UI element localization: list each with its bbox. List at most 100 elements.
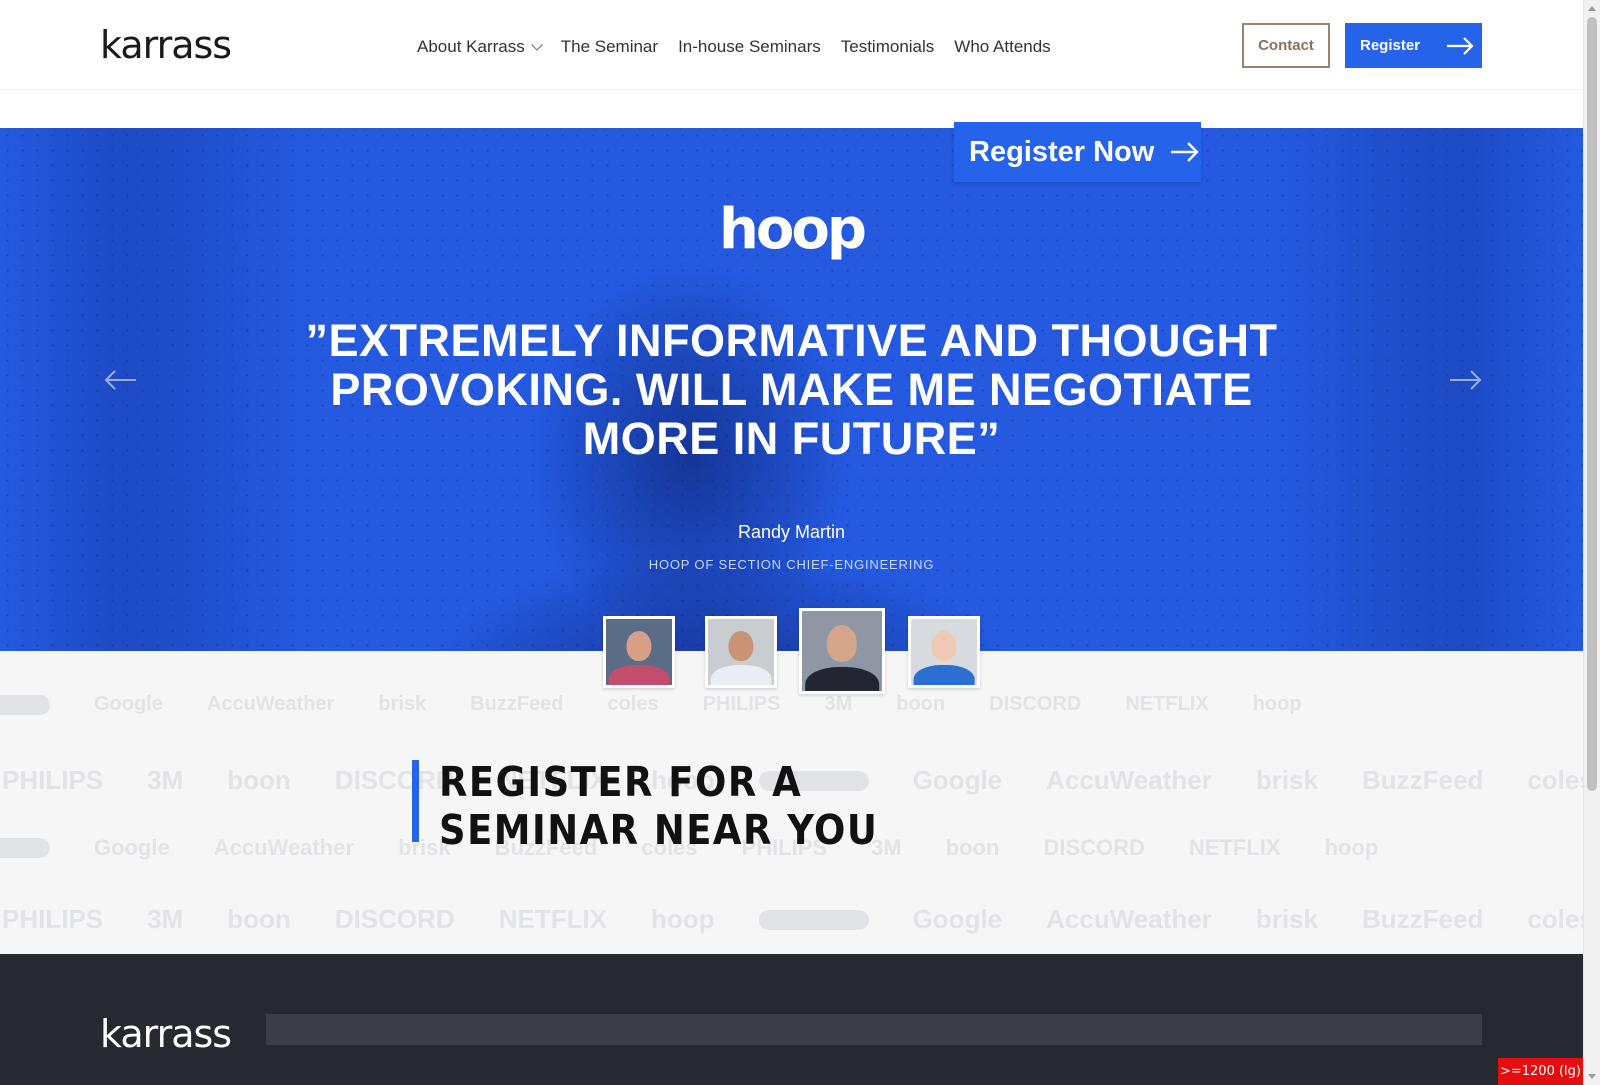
client-logo: 3M (824, 693, 853, 715)
nav-who-attends[interactable]: Who Attends (954, 34, 1050, 60)
arrow-right-icon (1450, 370, 1482, 390)
client-logo: BuzzFeed (1361, 765, 1484, 795)
client-logo: hoop (1252, 693, 1302, 715)
client-logo: coles (607, 693, 659, 715)
client-logo: PHILIPS (702, 693, 781, 715)
chevron-down-icon (531, 38, 543, 51)
avatar-body (608, 665, 670, 685)
register-now-button[interactable]: Register Now (954, 122, 1201, 182)
testimonial-thumbnails (0, 608, 1583, 694)
client-logo: NETFLIX (1188, 835, 1281, 860)
avatar-head (626, 630, 652, 662)
page-scrollbar[interactable] (1583, 0, 1600, 1085)
testimonial-thumb-2[interactable] (705, 616, 777, 688)
carousel-next-button[interactable] (1446, 365, 1486, 395)
testimonial-quote: ”EXTREMELY INFORMATIVE AND THOUGHT PROVO… (305, 315, 1278, 464)
client-logo-row: Google AccuWeather brisk BuzzFeed coles PHILI… (0, 693, 1346, 716)
nav-testimonials[interactable]: Testimonials (841, 34, 935, 60)
nav-in-house-seminars[interactable]: In-house Seminars (678, 34, 821, 60)
client-logo: hoop (1324, 835, 1379, 860)
client-logo: Google (94, 835, 170, 860)
client-logo: coles (1527, 904, 1583, 934)
client-logo: boon (896, 693, 946, 715)
scrollbar-thumb[interactable] (1587, 17, 1597, 791)
client-logo: DISCORD (1043, 835, 1145, 860)
register-now-label: Register Now (969, 135, 1155, 168)
testimonial-thumb-1[interactable] (603, 616, 675, 688)
accent-bar (412, 760, 419, 842)
scroll-down-icon[interactable] (1588, 1074, 1596, 1079)
nav-label: Testimonials (840, 37, 935, 56)
client-logo: PHILIPS (2, 904, 104, 934)
site-footer: karrass (0, 954, 1583, 1085)
client-logo: 3M (147, 765, 184, 795)
avatar-body (805, 667, 879, 691)
avatar-body (913, 665, 975, 685)
testimonial-thumb-4[interactable] (908, 616, 980, 688)
client-logo: hoop (651, 904, 715, 934)
carousel-prev-button[interactable] (100, 365, 140, 395)
client-logo: AccuWeather (1046, 765, 1212, 795)
nav-label: About Karrass (417, 37, 525, 56)
client-logo: AccuWeather (213, 835, 354, 860)
nav-label: Who Attends (954, 37, 1051, 56)
company-logo: hoop (719, 197, 867, 262)
footer-karrass-logo[interactable]: karrass (100, 1012, 232, 1056)
nav-about-karrass[interactable]: About Karrass (417, 34, 543, 60)
nav-the-seminar[interactable]: The Seminar (561, 34, 658, 60)
client-logo: Google (912, 904, 1003, 934)
client-logo: DISCORD (989, 693, 1082, 715)
arrow-right-icon (1171, 142, 1200, 162)
testimonial-thumb-3[interactable] (799, 608, 885, 694)
client-logo-placeholder (0, 838, 50, 858)
scroll-up-icon[interactable] (1588, 6, 1596, 11)
breakpoint-badge: >=1200 (lg) (1498, 1058, 1583, 1085)
site-header: karrass About Karrass The Seminar In-hou… (0, 0, 1583, 90)
client-logo: boon (227, 765, 291, 795)
client-logo: NETFLIX (498, 904, 608, 934)
client-logo: brisk (1255, 765, 1318, 795)
client-logo: brisk (378, 693, 427, 715)
client-logo-row: PHILIPS 3M boon DISCORD NETFLIX hoop Google Acc… (2, 904, 1583, 935)
client-logo: brisk (1255, 904, 1318, 934)
register-button[interactable]: Register (1345, 23, 1482, 68)
avatar (708, 619, 774, 685)
nav-label: In-house Seminars (678, 37, 821, 56)
client-logo: PHILIPS (2, 765, 104, 795)
register-band: Google AccuWeather brisk BuzzFeed coles PHILI… (0, 651, 1583, 954)
avatar (606, 619, 672, 685)
register-label: Register (1360, 37, 1421, 54)
testimonial-hero: hoop ”EXTREMELY INFORMATIVE AND THOUGHT … (0, 128, 1583, 651)
avatar-head (931, 630, 957, 662)
avatar (911, 619, 977, 685)
client-logo: NETFLIX (1125, 693, 1209, 715)
karrass-logo[interactable]: karrass (100, 22, 232, 68)
nav-label: The Seminar (560, 37, 659, 56)
client-logo-placeholder (758, 909, 869, 930)
client-logo: AccuWeather (1046, 904, 1212, 934)
arrow-left-icon (104, 370, 136, 390)
contact-button[interactable]: Contact (1242, 23, 1330, 68)
client-logo: 3M (147, 904, 184, 934)
avatar-body (710, 665, 772, 685)
register-heading: REGISTER FOR A SEMINAR NEAR YOU (439, 758, 879, 854)
avatar-head (826, 625, 858, 663)
client-logo: boon (227, 904, 291, 934)
client-logo: DISCORD (334, 765, 455, 795)
avatar (802, 611, 882, 691)
client-logo: Google (912, 765, 1003, 795)
avatar-head (728, 630, 754, 662)
client-logo: DISCORD (334, 904, 455, 934)
main-nav: About Karrass The Seminar In-house Semin… (417, 34, 1051, 60)
client-logo: BuzzFeed (1361, 904, 1484, 934)
client-logo: Google (94, 693, 163, 715)
client-logo: coles (1527, 765, 1583, 795)
client-logo-placeholder (0, 694, 50, 715)
testimonial-author-title: HOOP OF SECTION CHIEF-ENGINEERING (648, 557, 935, 572)
client-logo: AccuWeather (206, 693, 335, 715)
testimonial-author: Randy Martin (737, 522, 846, 542)
client-logo: boon (945, 835, 1000, 860)
arrow-right-icon (1447, 36, 1474, 55)
footer-divider (266, 1014, 1482, 1045)
client-logo: BuzzFeed (470, 693, 564, 715)
